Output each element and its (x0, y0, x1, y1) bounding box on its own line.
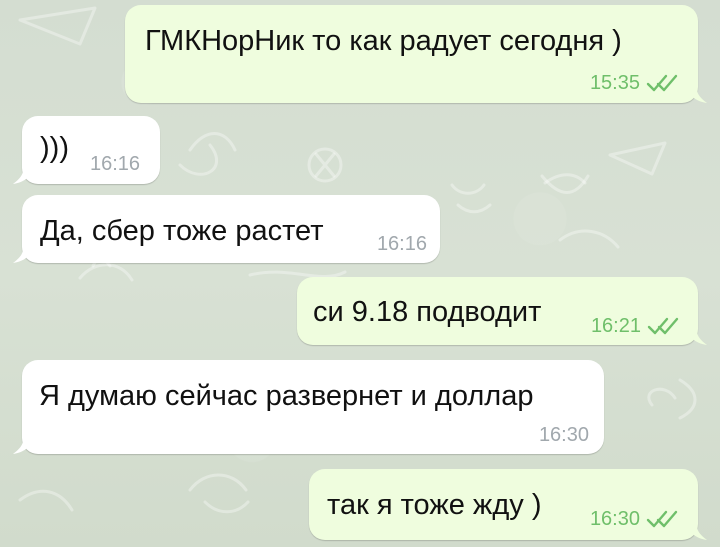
outgoing-message-bubble[interactable]: так я тоже жду ) 16:30 (309, 469, 707, 540)
bubble-tail (13, 170, 31, 184)
message-text: ))) (40, 132, 69, 164)
bubble-tail (13, 249, 31, 263)
message-time: 16:30 (589, 508, 640, 530)
bubble-tail (689, 331, 707, 345)
message-time: 16:16 (90, 153, 141, 175)
message-meta: 16:30 (590, 508, 680, 530)
bubble-tail (689, 526, 707, 540)
outgoing-message-bubble[interactable]: си 9.18 подводит 16:21 (297, 277, 707, 345)
double-check-icon (647, 317, 679, 335)
message-meta: 15:35 (590, 72, 680, 94)
bubble-tail (13, 440, 31, 454)
message-meta: 16:16 (90, 153, 140, 175)
message-time: 16:16 (376, 233, 427, 255)
incoming-message-bubble[interactable]: Я думаю сейчас развернет и доллар 16:30 (13, 360, 604, 454)
message-time: 16:21 (590, 315, 641, 337)
message-text: си 9.18 подводит (313, 296, 542, 328)
bubble-tail (689, 89, 707, 103)
message-text: ГМКНорНик то как радует сегодня ) (145, 25, 622, 57)
message-time: 15:35 (589, 72, 640, 94)
message-text: так я тоже жду ) (327, 489, 542, 521)
double-check-icon (646, 74, 678, 92)
double-check-icon (646, 510, 678, 528)
message-time: 16:30 (538, 424, 589, 446)
incoming-message-bubble[interactable]: ))) 16:16 (13, 116, 160, 184)
incoming-message-bubble[interactable]: Да, сбер тоже растет 16:16 (13, 195, 440, 263)
message-meta: 16:21 (591, 315, 681, 337)
message-row: так я тоже жду ) 16:30 (0, 0, 720, 540)
message-text: Да, сбер тоже растет (40, 215, 324, 247)
message-meta: 16:16 (377, 233, 427, 255)
message-text: Я думаю сейчас развернет и доллар (39, 380, 534, 412)
message-meta: 16:30 (539, 424, 589, 446)
outgoing-message-bubble[interactable]: ГМКНорНик то как радует сегодня ) 15:35 (125, 5, 707, 103)
chat-background: ГМКНорНик то как радует сегодня ) 15:35 … (0, 0, 720, 547)
